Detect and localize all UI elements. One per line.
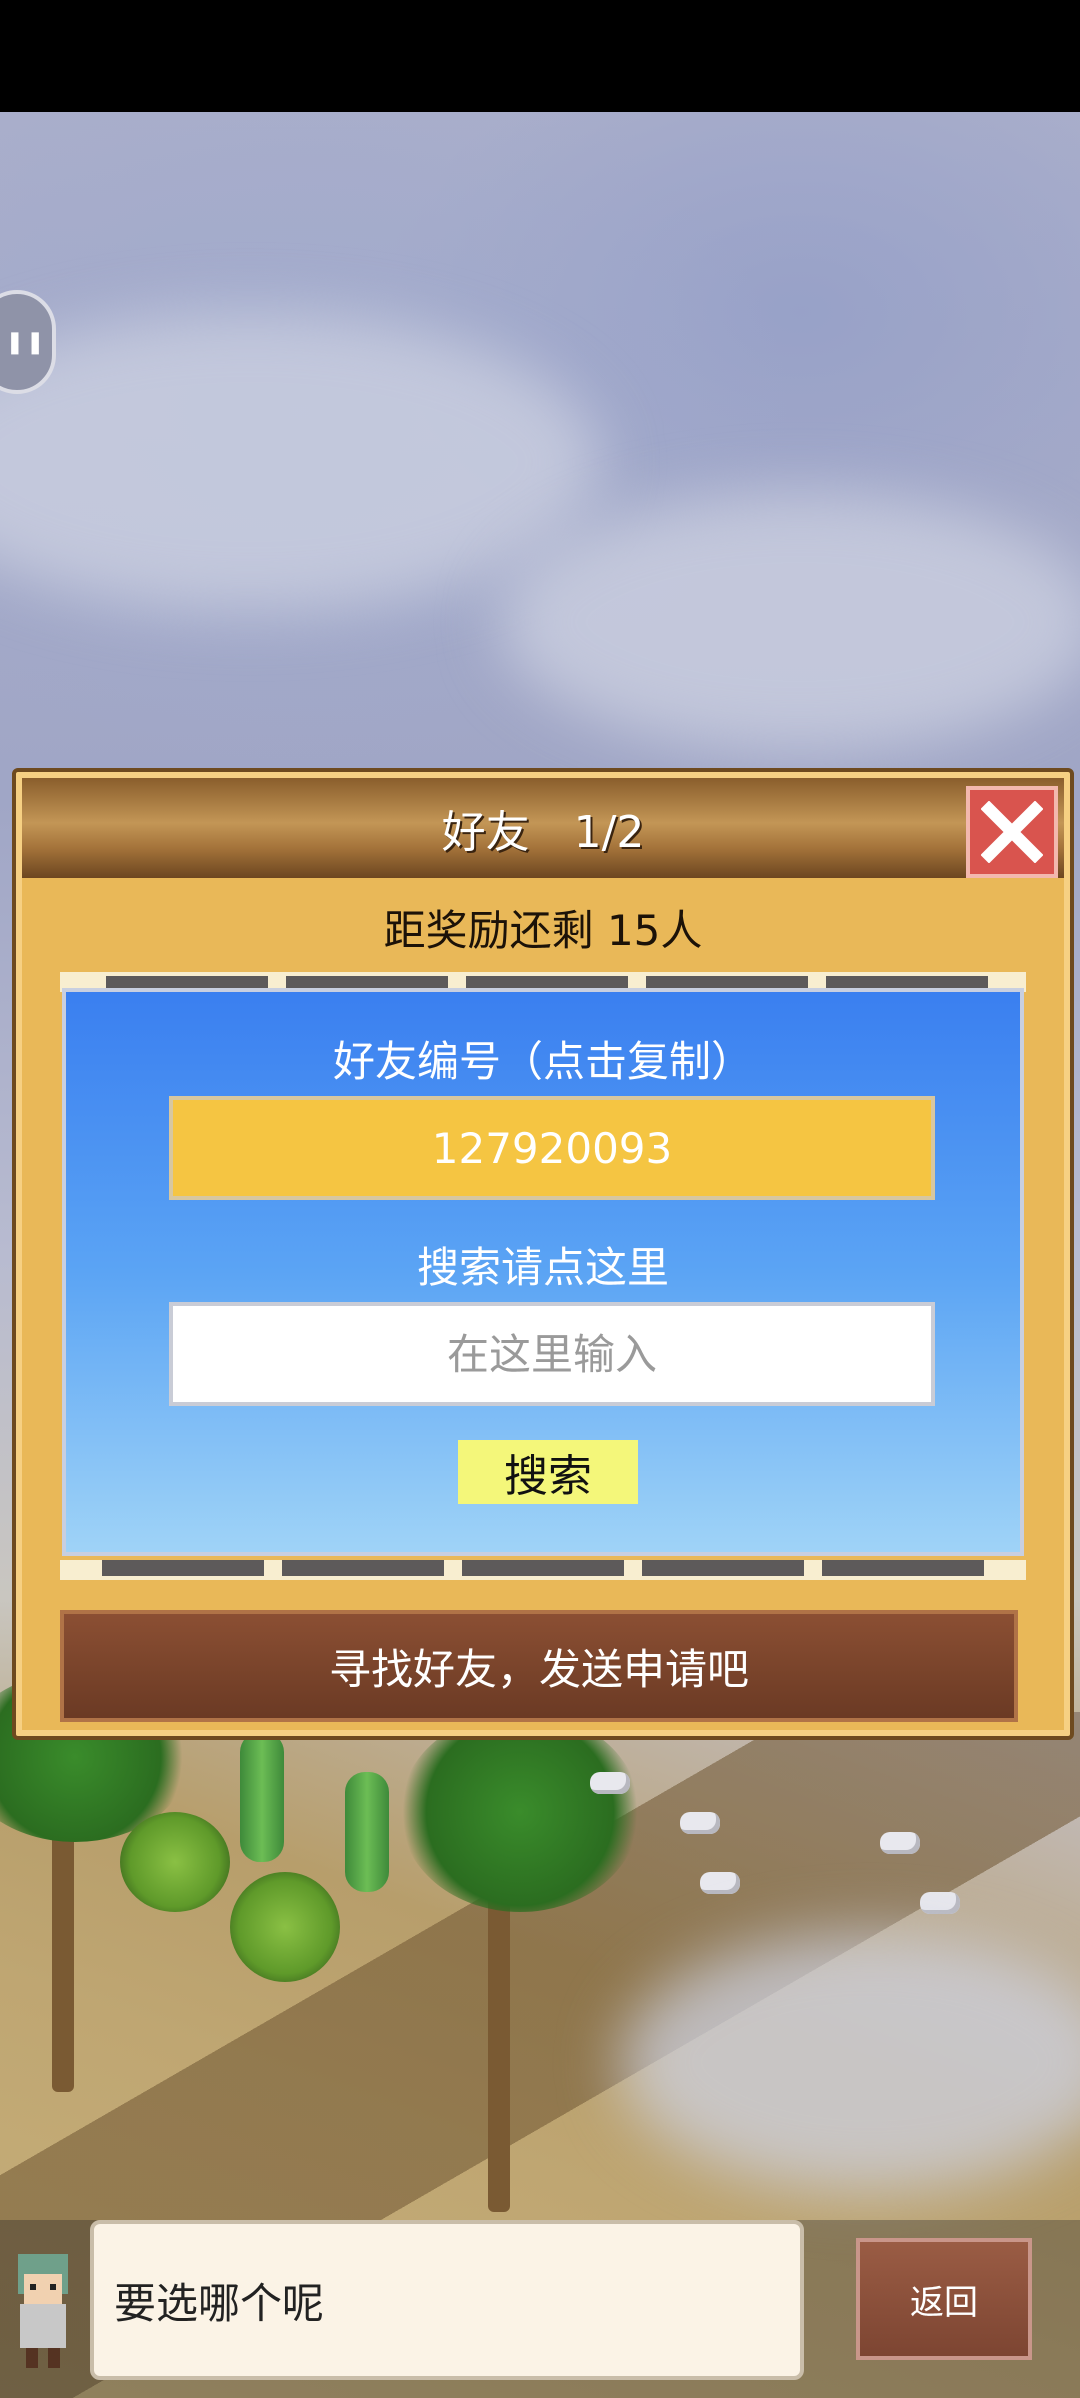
avatar: [0, 2244, 86, 2374]
search-button[interactable]: 搜索: [458, 1440, 638, 1504]
status-bar: [0, 0, 1080, 112]
search-input[interactable]: [169, 1302, 935, 1406]
friends-dialog: 好友 1/2 距奖励还剩 15人 好友编号（点击复制） 127920093 搜索…: [12, 768, 1074, 1740]
pause-icon: ❚❚: [5, 329, 47, 355]
back-button[interactable]: 返回: [856, 2238, 1032, 2360]
friend-id-copy-box[interactable]: 127920093: [169, 1096, 935, 1200]
friend-id-value: 127920093: [431, 1123, 673, 1173]
friend-id-label: 好友编号（点击复制）: [332, 1037, 753, 1086]
speech-bubble: 要选哪个呢: [90, 2220, 804, 2380]
pause-button[interactable]: ❚❚: [0, 290, 56, 394]
search-label: 搜索请点这里: [416, 1243, 669, 1292]
dialog-header: 好友 1/2: [22, 778, 1064, 878]
slot-row-bottom: [60, 1560, 1026, 1580]
reward-remaining-text: 距奖励还剩 15人: [383, 906, 703, 955]
speech-text: 要选哪个呢: [114, 2278, 325, 2328]
close-icon: [981, 801, 1043, 863]
close-button[interactable]: [966, 786, 1058, 878]
friend-search-panel: 好友编号（点击复制） 127920093 搜索请点这里 搜索: [62, 988, 1024, 1556]
find-friends-button[interactable]: 寻找好友，发送申请吧: [60, 1610, 1018, 1722]
dialog-title: 好友 1/2: [441, 807, 645, 858]
